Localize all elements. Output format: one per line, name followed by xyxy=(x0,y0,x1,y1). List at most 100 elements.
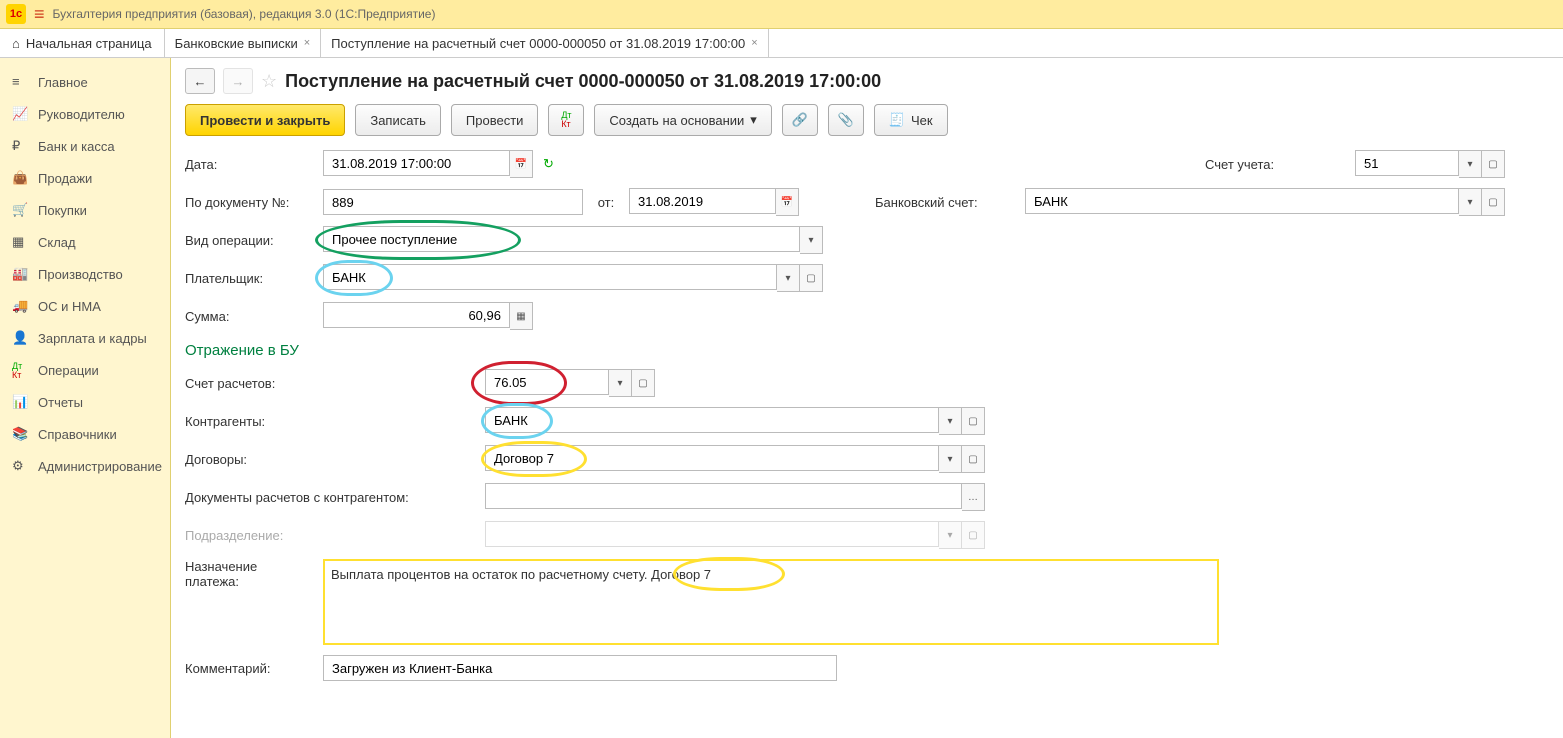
tab-home-label: Начальная страница xyxy=(26,36,152,51)
label-docnum: По документу №: xyxy=(185,195,313,210)
cart-icon: 🛒 xyxy=(12,202,28,218)
calendar-icon[interactable]: 📅 xyxy=(776,188,799,216)
sidebar-item-label: Склад xyxy=(38,235,76,250)
label-date: Дата: xyxy=(185,157,313,172)
check-button[interactable]: 🧾Чек xyxy=(874,104,948,136)
sidebar-item-ops[interactable]: ДтКтОперации xyxy=(0,354,170,386)
button-label: Провести xyxy=(466,113,524,128)
optype-input[interactable] xyxy=(323,226,800,252)
sidebar-item-buy[interactable]: 🛒 Покупки xyxy=(0,194,170,226)
logo-1c: 1c xyxy=(6,4,26,24)
comment-input[interactable] xyxy=(323,655,837,681)
chevron-down-icon[interactable]: ▾ xyxy=(1459,150,1482,178)
tab-home[interactable]: ⌂ Начальная страница xyxy=(0,29,165,57)
create-based-button[interactable]: Создать на основании▾ xyxy=(594,104,771,136)
open-icon[interactable]: ▢ xyxy=(1482,188,1505,216)
calculator-icon[interactable]: ▦ xyxy=(510,302,533,330)
paperclip-icon: 📎 xyxy=(838,112,854,128)
date-input[interactable] xyxy=(323,150,510,176)
sidebar-item-label: Продажи xyxy=(38,171,92,186)
sidebar-item-bank[interactable]: ₽Банк и касса xyxy=(0,130,170,162)
label-nazn: Назначение платежа: xyxy=(185,559,313,589)
dtkt-button[interactable]: ДтКт xyxy=(548,104,584,136)
sidebar-item-label: Производство xyxy=(38,267,123,282)
post-and-close-button[interactable]: Провести и закрыть xyxy=(185,104,345,136)
sidebar-item-main[interactable]: ≡Главное xyxy=(0,66,170,98)
button-label: Создать на основании xyxy=(609,113,744,128)
sidebar-item-label: Руководителю xyxy=(38,107,125,122)
docset-input[interactable] xyxy=(485,483,962,509)
open-icon[interactable]: ▢ xyxy=(962,445,985,473)
button-label: Чек xyxy=(911,113,933,128)
close-icon[interactable]: × xyxy=(751,37,757,49)
chevron-down-icon[interactable]: ▾ xyxy=(609,369,632,397)
label-comm: Комментарий: xyxy=(185,661,313,676)
label-from: от: xyxy=(593,195,619,210)
sidebar-item-stock[interactable]: ▦Склад xyxy=(0,226,170,258)
label-payer: Плательщик: xyxy=(185,271,313,286)
label-sum: Сумма: xyxy=(185,309,313,324)
link-icon: 🔗 xyxy=(792,112,808,128)
tab-label: Банковские выписки xyxy=(175,36,298,51)
sidebar-item-manager[interactable]: 📈Руководителю xyxy=(0,98,170,130)
nazn-textarea[interactable]: Выплата процентов на остаток по расчетно… xyxy=(323,559,1219,645)
star-icon[interactable]: ☆ xyxy=(261,71,277,92)
forward-button[interactable]: → xyxy=(223,68,253,94)
sidebar-item-os[interactable]: 🚚ОС и НМА xyxy=(0,290,170,322)
attach-button[interactable]: 📎 xyxy=(828,104,864,136)
sidebar-item-label: Покупки xyxy=(38,203,87,218)
account-input[interactable] xyxy=(1355,150,1459,176)
chevron-down-icon[interactable]: ▾ xyxy=(777,264,800,292)
calendar-icon[interactable]: 📅 xyxy=(510,150,533,178)
dots-icon[interactable]: … xyxy=(962,483,985,511)
label-raschet: Счет расчетов: xyxy=(185,376,475,391)
close-icon[interactable]: × xyxy=(304,37,310,49)
home-icon: ⌂ xyxy=(12,36,20,51)
dtkt-icon: ДтКт xyxy=(12,362,28,378)
sidebar-item-zp[interactable]: 👤Зарплата и кадры xyxy=(0,322,170,354)
chevron-down-icon[interactable]: ▾ xyxy=(800,226,823,254)
button-label: Провести и закрыть xyxy=(200,113,330,128)
docnum-input[interactable] xyxy=(323,189,583,215)
label-acc: Счет учета: xyxy=(1205,157,1345,172)
open-icon[interactable]: ▢ xyxy=(632,369,655,397)
sidebar: ≡Главное 📈Руководителю ₽Банк и касса 👜Пр… xyxy=(0,58,171,738)
sidebar-item-label: Главное xyxy=(38,75,88,90)
sidebar-item-adm[interactable]: ⚙Администрирование xyxy=(0,450,170,482)
sidebar-item-prod[interactable]: 🏭 Производство xyxy=(0,258,170,290)
book-icon: 📚 xyxy=(12,426,28,442)
chevron-down-icon[interactable]: ▾ xyxy=(939,445,962,473)
content: ← → ☆ Поступление на расчетный счет 0000… xyxy=(171,58,1563,738)
person-icon: 👤 xyxy=(12,330,28,346)
tab-bank-statements[interactable]: Банковские выписки × xyxy=(165,29,322,57)
back-button[interactable]: ← xyxy=(185,68,215,94)
sidebar-item-spr[interactable]: 📚 Справочники xyxy=(0,418,170,450)
sum-input[interactable] xyxy=(323,302,510,328)
sidebar-item-sales[interactable]: 👜Продажи xyxy=(0,162,170,194)
page-title: Поступление на расчетный счет 0000-00005… xyxy=(285,71,881,92)
bars-icon: 📊 xyxy=(12,394,28,410)
refresh-icon[interactable]: ↻ xyxy=(543,156,571,172)
open-icon[interactable]: ▢ xyxy=(800,264,823,292)
sidebar-item-label: Администрирование xyxy=(38,459,162,474)
ruble-icon: ₽ xyxy=(12,138,28,154)
link-button[interactable]: 🔗 xyxy=(782,104,818,136)
write-button[interactable]: Записать xyxy=(355,104,441,136)
sidebar-item-rep[interactable]: 📊Отчеты xyxy=(0,386,170,418)
bankacc-input[interactable] xyxy=(1025,188,1459,214)
contr-input[interactable] xyxy=(485,407,939,433)
chevron-down-icon[interactable]: ▾ xyxy=(939,407,962,435)
docdate-input[interactable] xyxy=(629,188,776,214)
post-button[interactable]: Провести xyxy=(451,104,539,136)
tab-bar: ⌂ Начальная страница Банковские выписки … xyxy=(0,29,1563,58)
dog-input[interactable] xyxy=(485,445,939,471)
tab-document[interactable]: Поступление на расчетный счет 0000-00005… xyxy=(321,29,769,57)
chevron-down-icon[interactable]: ▾ xyxy=(1459,188,1482,216)
menu-icon[interactable]: ≡ xyxy=(34,4,45,25)
raschet-input[interactable] xyxy=(485,369,609,395)
factory-icon: 🏭 xyxy=(12,266,28,282)
open-icon[interactable]: ▢ xyxy=(962,407,985,435)
payer-input[interactable] xyxy=(323,264,777,290)
sidebar-item-label: Справочники xyxy=(38,427,117,442)
open-icon[interactable]: ▢ xyxy=(1482,150,1505,178)
